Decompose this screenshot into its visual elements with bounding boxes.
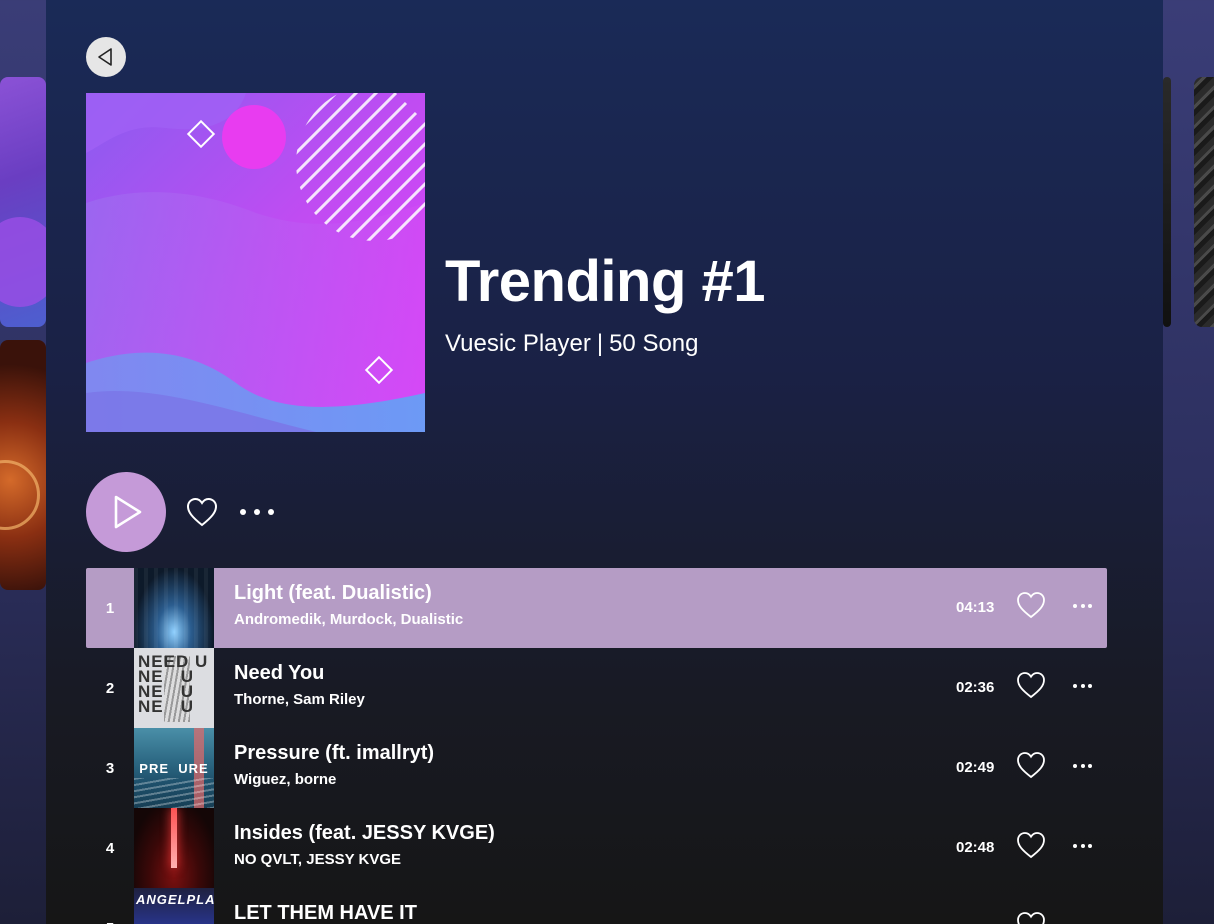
- playlist-title: Trending #1: [445, 249, 766, 314]
- background-card-right-2[interactable]: [1194, 77, 1214, 327]
- track-title: LET THEM HAVE IT: [234, 902, 417, 924]
- track-row[interactable]: 1 Light (feat. Dualistic) Andromedik, Mu…: [86, 568, 1107, 648]
- track-index: 4: [105, 839, 115, 857]
- track-more-icon[interactable]: [1073, 764, 1092, 770]
- background-card-right-1[interactable]: [1163, 77, 1171, 327]
- track-title: Insides (feat. JESSY KVGE): [234, 822, 495, 844]
- track-heart-icon[interactable]: [1016, 751, 1046, 779]
- play-icon: [114, 495, 142, 529]
- track-row[interactable]: 3 PRE URE Pressure (ft. imallryt) Wiguez…: [86, 728, 1107, 808]
- track-more-icon[interactable]: [1073, 844, 1092, 850]
- track-index: 2: [105, 679, 115, 697]
- track-thumbnail: PRE URE: [134, 728, 214, 808]
- card-art-blob: [0, 217, 46, 307]
- track-artists: Andromedik, Murdock, Dualistic: [234, 611, 464, 628]
- track-thumbnail: [134, 568, 214, 648]
- track-row[interactable]: 4 Insides (feat. JESSY KVGE) NO QVLT, JE…: [86, 808, 1107, 888]
- play-button[interactable]: [86, 472, 166, 552]
- track-artists: Thorne, Sam Riley: [234, 691, 365, 708]
- card-art-ring: [0, 460, 40, 530]
- playlist-more-options-icon[interactable]: [240, 502, 274, 522]
- track-duration: 02:49: [956, 759, 995, 776]
- track-heart-icon[interactable]: [1016, 911, 1046, 924]
- track-artists: NO QVLT, JESSY KVGE: [234, 851, 401, 868]
- track-thumbnail: [134, 808, 214, 888]
- track-title: Light (feat. Dualistic): [234, 582, 432, 604]
- track-heart-icon[interactable]: [1016, 831, 1046, 859]
- background-card-left-top[interactable]: [0, 77, 46, 327]
- track-row[interactable]: 2 NEED U NE U NE U NE U Need You Thorne, Sa…: [86, 648, 1107, 728]
- track-list: 1 Light (feat. Dualistic) Andromedik, Mu…: [86, 568, 1107, 924]
- playlist-panel: Trending #1 Vuesic Player | 50 Song 1 Ligh…: [46, 0, 1163, 924]
- track-index: 3: [105, 759, 115, 777]
- track-duration: 02:36: [956, 679, 995, 696]
- playlist-subtitle: Vuesic Player | 50 Song: [445, 330, 699, 358]
- like-playlist-heart-icon[interactable]: [186, 497, 218, 527]
- background-card-left-bottom[interactable]: [0, 340, 46, 590]
- playlist-cover-art: [86, 93, 425, 432]
- track-title: Pressure (ft. imallryt): [234, 742, 435, 764]
- back-button[interactable]: [86, 37, 126, 77]
- separator: |: [596, 330, 604, 357]
- playlist-controls: [86, 472, 386, 552]
- track-artists: Wiguez, borne: [234, 771, 337, 788]
- track-heart-icon[interactable]: [1016, 591, 1046, 619]
- track-heart-icon[interactable]: [1016, 671, 1046, 699]
- track-index: 5: [86, 920, 134, 924]
- track-row[interactable]: 5 ANGELPLAYA LET THEM HAVE IT: [86, 888, 1107, 924]
- track-title: Need You: [234, 662, 325, 684]
- track-thumbnail: ANGELPLAYA: [134, 888, 214, 924]
- back-triangle-icon: [98, 48, 112, 66]
- playlist-song-count: 50 Song: [609, 330, 699, 357]
- track-thumbnail: NEED U NE U NE U NE U: [134, 648, 214, 728]
- playlist-owner: Vuesic Player: [445, 330, 591, 357]
- track-duration: 04:13: [956, 599, 995, 616]
- track-more-icon[interactable]: [1073, 684, 1092, 690]
- track-index: 1: [105, 599, 115, 617]
- track-duration: 02:48: [956, 839, 995, 856]
- track-more-icon[interactable]: [1073, 604, 1092, 610]
